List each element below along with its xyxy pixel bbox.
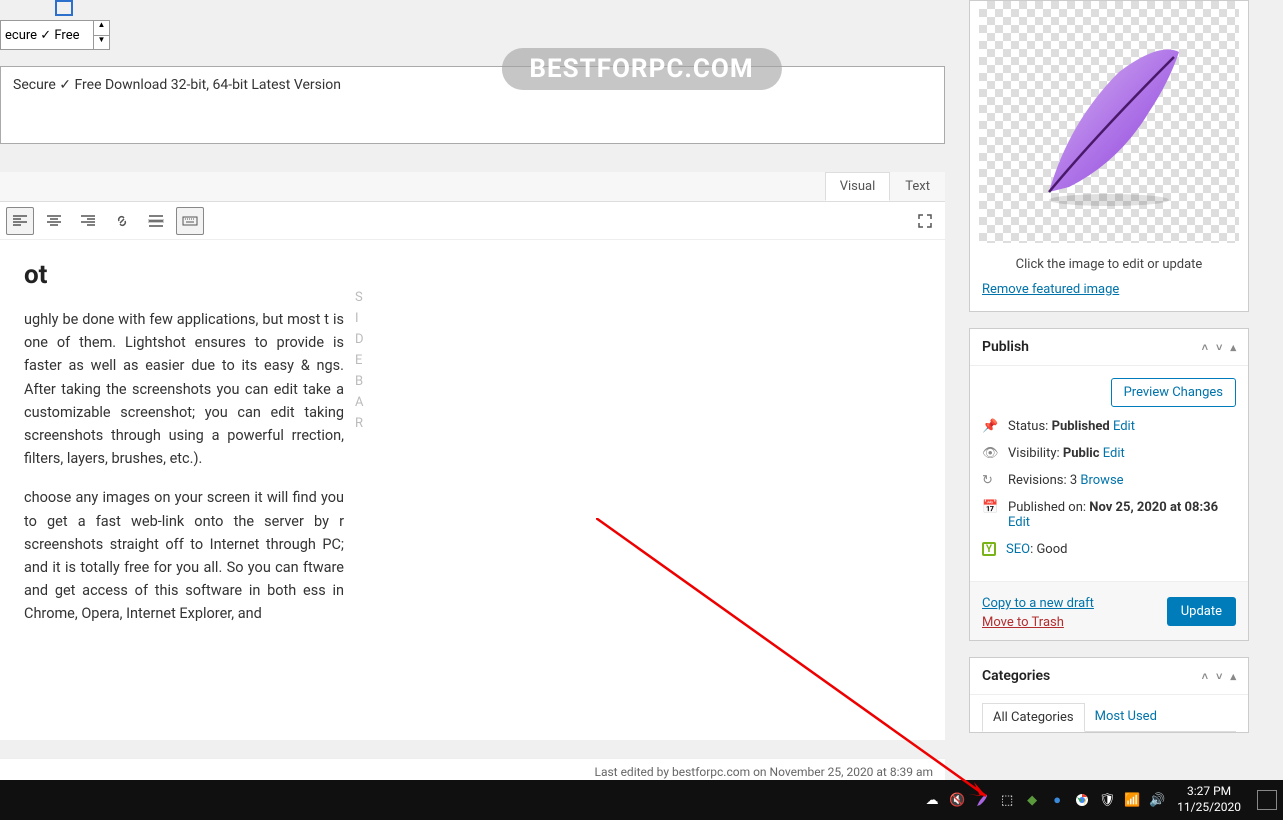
pin-icon: 📌 bbox=[982, 419, 998, 434]
spinner-control[interactable]: ▲ ▼ bbox=[93, 21, 109, 49]
clock-date: 11/25/2020 bbox=[1177, 800, 1241, 816]
panel-down-icon[interactable]: ˅ bbox=[1216, 670, 1222, 683]
spinner-up-icon[interactable]: ▲ bbox=[94, 21, 109, 36]
sidebar-letter: E bbox=[355, 353, 364, 368]
remove-featured-link[interactable]: Remove featured image bbox=[970, 282, 1248, 311]
watermark-badge: BESTFORPC.COM bbox=[501, 48, 781, 90]
content-heading: ot bbox=[24, 260, 921, 290]
align-right-button[interactable] bbox=[74, 207, 102, 235]
tab-visual[interactable]: Visual bbox=[825, 172, 891, 201]
featured-image[interactable] bbox=[979, 1, 1239, 243]
editor-toolbar bbox=[0, 202, 945, 240]
edit-status-link[interactable]: Edit bbox=[1113, 419, 1135, 434]
edit-date-link[interactable]: Edit bbox=[1008, 515, 1030, 530]
panel-down-icon[interactable]: ˅ bbox=[1216, 341, 1222, 354]
keyboard-button[interactable] bbox=[176, 207, 204, 235]
description-textarea[interactable]: Secure ✓ Free Download 32-bit, 64-bit La… bbox=[0, 66, 945, 144]
sidebar-label: S I D E B A R bbox=[355, 290, 364, 431]
seo-link[interactable]: SEO bbox=[1006, 542, 1030, 557]
tab-most-used[interactable]: Most Used bbox=[1085, 703, 1167, 731]
panel-toggle-icon[interactable]: ▴ bbox=[1230, 341, 1236, 354]
preview-changes-button[interactable]: Preview Changes bbox=[1111, 378, 1236, 407]
visibility-value: Public bbox=[1063, 446, 1100, 461]
clock-time: 3:27 PM bbox=[1177, 784, 1241, 800]
publish-panel: Publish ˄ ˅ ▴ Preview Changes 📌 Status: … bbox=[969, 328, 1249, 641]
app-icon-2[interactable]: ● bbox=[1049, 792, 1065, 808]
taskbar-clock[interactable]: 3:27 PM 11/25/2020 bbox=[1171, 784, 1247, 815]
sidebar-letter: I bbox=[355, 311, 364, 326]
dropbox-icon[interactable]: ⬚ bbox=[999, 792, 1015, 808]
move-trash-link[interactable]: Move to Trash bbox=[982, 615, 1064, 630]
seo-value: Good bbox=[1036, 542, 1067, 557]
small-blue-box bbox=[55, 0, 73, 16]
align-center-button[interactable] bbox=[40, 207, 68, 235]
insert-more-button[interactable] bbox=[142, 207, 170, 235]
published-value: Nov 25, 2020 at 08:36 bbox=[1089, 500, 1218, 515]
eye-icon: 👁 bbox=[982, 446, 998, 461]
sidebar-letter: D bbox=[355, 332, 364, 347]
input-text: ecure ✓ Free bbox=[5, 28, 79, 43]
speaker-icon[interactable]: 🔊 bbox=[1149, 792, 1165, 808]
visibility-label: Visibility: bbox=[1008, 446, 1060, 461]
feather-icon bbox=[1009, 22, 1209, 222]
edit-visibility-link[interactable]: Edit bbox=[1103, 446, 1125, 461]
publish-header: Publish ˄ ˅ ▴ bbox=[970, 329, 1248, 366]
link-button[interactable] bbox=[108, 207, 136, 235]
calendar-icon: 📅 bbox=[982, 500, 998, 515]
revisions-value: 3 bbox=[1070, 473, 1077, 488]
tab-text[interactable]: Text bbox=[890, 172, 945, 201]
revisions-label: Revisions: bbox=[1008, 473, 1067, 488]
history-icon: ↻ bbox=[982, 473, 998, 488]
wifi-icon[interactable]: 📶 bbox=[1124, 792, 1140, 808]
published-label: Published on: bbox=[1008, 500, 1086, 515]
editor-tab-bar: Visual Text bbox=[0, 172, 945, 202]
panel-up-icon[interactable]: ˄ bbox=[1202, 670, 1208, 683]
description-text: Secure ✓ Free Download 32-bit, 64-bit La… bbox=[13, 77, 341, 93]
content-paragraph-1: ughly be done with few applications, but… bbox=[24, 308, 344, 470]
featured-caption: Click the image to edit or update bbox=[970, 243, 1248, 282]
editor-content[interactable]: ot ughly be done with few applications, … bbox=[0, 240, 945, 740]
categories-panel: Categories ˄ ˅ ▴ All Categories Most Use… bbox=[969, 657, 1249, 733]
copy-draft-link[interactable]: Copy to a new draft bbox=[982, 596, 1094, 611]
system-tray: ☁ 🔇 ⬚ ◆ ● 🛡 📶 🔊 bbox=[924, 792, 1165, 808]
publish-title: Publish bbox=[982, 339, 1029, 355]
status-label: Status: bbox=[1008, 419, 1048, 434]
panel-up-icon[interactable]: ˄ bbox=[1202, 341, 1208, 354]
sidebar-letter: B bbox=[355, 374, 364, 389]
onedrive-icon[interactable]: ☁ bbox=[924, 792, 940, 808]
categories-title: Categories bbox=[982, 668, 1050, 684]
app-icon-1[interactable]: ◆ bbox=[1024, 792, 1040, 808]
seo-badge-icon: Y bbox=[982, 542, 996, 556]
tab-all-categories[interactable]: All Categories bbox=[982, 703, 1085, 732]
sidebar-letter: S bbox=[355, 290, 364, 305]
sidebar-letter: R bbox=[355, 416, 364, 431]
status-value: Published bbox=[1052, 419, 1110, 434]
update-button[interactable]: Update bbox=[1167, 597, 1236, 626]
volume-mute-icon[interactable]: 🔇 bbox=[949, 792, 965, 808]
fullscreen-button[interactable] bbox=[911, 207, 939, 235]
sidebar-letter: A bbox=[355, 395, 364, 410]
lightshot-tray-icon[interactable] bbox=[974, 792, 990, 808]
align-left-button[interactable] bbox=[6, 207, 34, 235]
categories-header: Categories ˄ ˅ ▴ bbox=[970, 658, 1248, 695]
chrome-icon[interactable] bbox=[1074, 792, 1090, 808]
numeric-input[interactable]: ecure ✓ Free ▲ ▼ bbox=[0, 20, 110, 50]
notification-center-icon[interactable] bbox=[1257, 790, 1277, 810]
browse-revisions-link[interactable]: Browse bbox=[1080, 473, 1123, 488]
featured-image-panel: Click the image to edit or update Remove… bbox=[969, 0, 1249, 312]
panel-toggle-icon[interactable]: ▴ bbox=[1230, 670, 1236, 683]
spinner-down-icon[interactable]: ▼ bbox=[94, 36, 109, 50]
security-icon[interactable]: 🛡 bbox=[1099, 792, 1115, 808]
windows-taskbar: ☁ 🔇 ⬚ ◆ ● 🛡 📶 🔊 3:27 PM 11/25/2020 bbox=[0, 780, 1283, 820]
content-paragraph-2: choose any images on your screen it will… bbox=[24, 486, 344, 625]
